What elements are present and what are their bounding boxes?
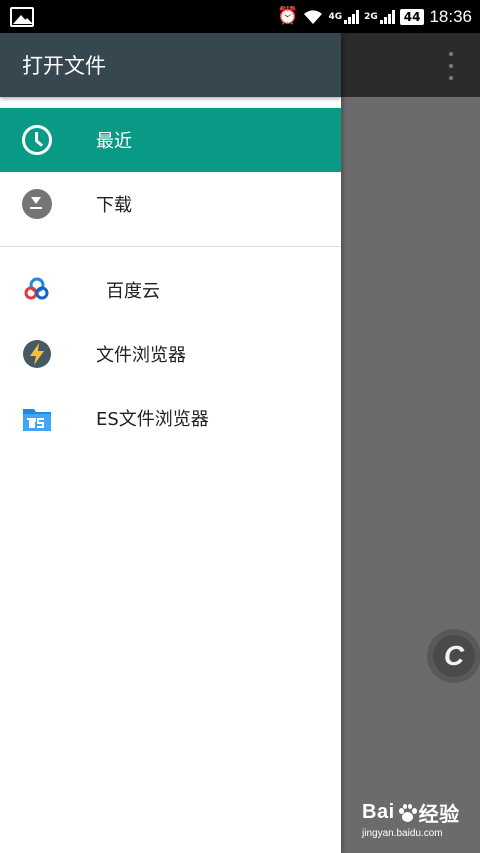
root-item-label: 最近 bbox=[96, 131, 132, 152]
signal-strength-2-icon bbox=[379, 9, 395, 24]
watermark-brand-a: Bai bbox=[362, 801, 395, 823]
gallery-notification-icon bbox=[10, 6, 34, 27]
network-type-label: 4G bbox=[328, 11, 343, 22]
alarm-icon: ⏰ bbox=[277, 6, 299, 26]
apps-list: 百度云 文件浏览器 ES文件浏览器 bbox=[0, 258, 341, 450]
floating-button-label: C bbox=[433, 635, 475, 677]
clock-icon bbox=[22, 125, 52, 155]
navigation-drawer: 打开文件 最近 下载 百度云 文件浏览器 ES文件浏览器 bbox=[0, 33, 341, 853]
overflow-menu-icon[interactable] bbox=[448, 52, 454, 80]
root-item-recent[interactable]: 最近 bbox=[0, 108, 341, 172]
app-item-label: 文件浏览器 bbox=[96, 345, 186, 366]
baidu-jingyan-watermark: Bai 经验 jingyan.baidu.com bbox=[362, 798, 474, 839]
download-icon bbox=[22, 189, 52, 219]
signal-strength-icon bbox=[344, 9, 360, 24]
drawer-title: 打开文件 bbox=[22, 54, 106, 78]
wifi-icon bbox=[304, 9, 323, 24]
drawer-header: 打开文件 bbox=[0, 33, 341, 97]
watermark-url: jingyan.baidu.com bbox=[362, 828, 443, 839]
root-item-label: 下载 bbox=[96, 195, 132, 216]
app-item-label: 百度云 bbox=[106, 281, 160, 302]
file-browser-bolt-icon bbox=[23, 340, 51, 368]
network-type-2-label: 2G bbox=[364, 11, 378, 22]
es-file-explorer-icon bbox=[23, 409, 51, 431]
root-item-downloads[interactable]: 下载 bbox=[0, 172, 341, 236]
status-time: 18:36 bbox=[429, 6, 472, 26]
divider bbox=[0, 246, 341, 247]
watermark-brand-b: 经验 bbox=[418, 804, 460, 826]
app-item-label: ES文件浏览器 bbox=[96, 409, 209, 430]
battery-level: 44 bbox=[399, 8, 425, 25]
app-item-file-browser[interactable]: 文件浏览器 bbox=[0, 322, 341, 386]
status-bar: ⏰ 4G 2G 44 18:36 bbox=[0, 0, 480, 33]
baidu-paw-icon bbox=[397, 803, 417, 822]
floating-action-button[interactable]: C bbox=[427, 629, 480, 683]
roots-list: 最近 下载 bbox=[0, 108, 341, 236]
baidu-cloud-icon bbox=[24, 277, 49, 300]
app-item-baidu-cloud[interactable]: 百度云 bbox=[0, 258, 341, 322]
app-item-es-file-explorer[interactable]: ES文件浏览器 bbox=[0, 386, 341, 450]
